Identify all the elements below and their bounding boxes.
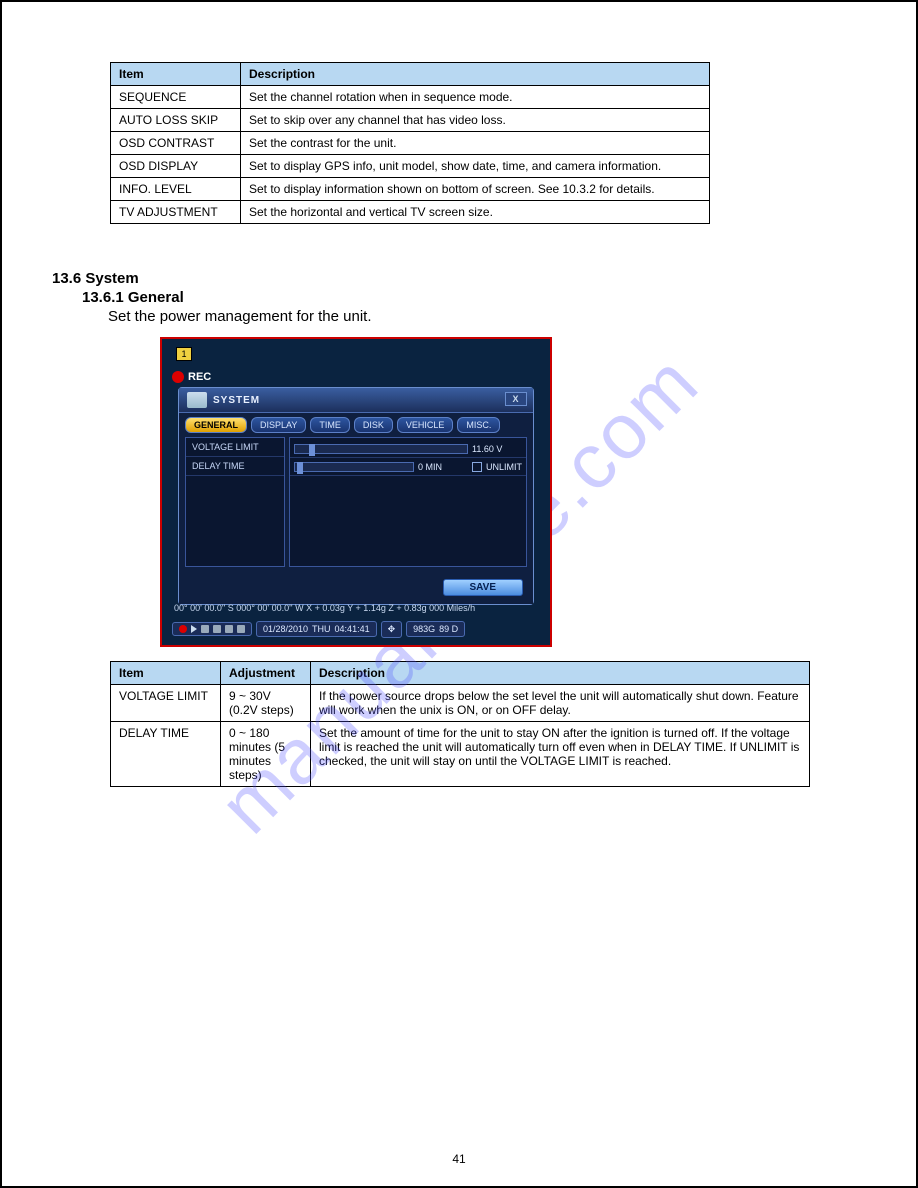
voltage-limit-slider[interactable] [294,444,468,454]
cell-desc: Set the amount of time for the unit to s… [311,722,810,787]
status-bar: 01/28/2010 THU 04:41:41 ✥ 983G 89 D [172,619,540,639]
display-settings-table: Item Description SEQUENCE Set the channe… [110,62,710,224]
delay-value: 0 MIN [418,462,468,472]
general-settings-table: Item Adjustment Description VOLTAGE LIMI… [110,661,810,787]
table2-header-desc: Description [311,662,810,685]
cell-desc: Set the horizontal and vertical TV scree… [241,201,710,224]
record-icon [179,625,187,633]
settings-label-column: VOLTAGE LIMIT DELAY TIME [185,437,285,567]
table2-header-item: Item [111,662,221,685]
table-row: OSD DISPLAY Set to display GPS info, uni… [111,155,710,178]
unlimit-checkbox[interactable] [472,462,482,472]
window-title: SYSTEM [213,395,260,406]
cell-item: OSD DISPLAY [111,155,241,178]
tab-misc[interactable]: MISC. [457,417,500,433]
status-icon [201,625,209,633]
disk-size: 983G [413,624,435,634]
slider-thumb[interactable] [297,462,303,474]
close-button[interactable]: X [505,392,527,406]
camera-badge: 1 [176,347,192,361]
cell-item: DELAY TIME [111,722,221,787]
tab-vehicle[interactable]: VEHICLE [397,417,454,433]
tab-bar: GENERAL DISPLAY TIME DISK VEHICLE MISC. [179,413,533,433]
rec-label: REC [188,371,211,383]
cell-adj: 9 ~ 30V (0.2V steps) [221,685,311,722]
table1-header-item: Item [111,63,241,86]
cell-item: SEQUENCE [111,86,241,109]
network-icon [237,625,245,633]
table-row: SEQUENCE Set the channel rotation when i… [111,86,710,109]
status-date: 01/28/2010 [263,624,308,634]
disk-days: 89 D [439,624,458,634]
section-title: 13.6 System [52,270,866,287]
arrows-icon: ✥ [388,624,396,635]
tab-general[interactable]: GENERAL [185,417,247,433]
status-arrows: ✥ [381,621,403,638]
status-time: 04:41:41 [335,624,370,634]
status-disk: 983G 89 D [406,621,465,637]
status-icon [213,625,221,633]
cell-desc: Set the channel rotation when in sequenc… [241,86,710,109]
cell-item: INFO. LEVEL [111,178,241,201]
slider-thumb[interactable] [309,444,315,456]
tab-display[interactable]: DISPLAY [251,417,306,433]
setting-label: DELAY TIME [186,457,284,476]
system-screenshot: 1 REC SYSTEM X GENERAL DISPLAY TIME DISK… [160,337,552,647]
play-icon [191,625,197,633]
cell-desc: Set the contrast for the unit. [241,132,710,155]
cell-desc: Set to display GPS info, unit model, sho… [241,155,710,178]
table-row: OSD CONTRAST Set the contrast for the un… [111,132,710,155]
cell-item: OSD CONTRAST [111,132,241,155]
status-icons [172,622,252,636]
cell-desc: Set to display information shown on bott… [241,178,710,201]
subsection-desc: Set the power management for the unit. [108,308,866,325]
save-button[interactable]: SAVE [443,579,524,596]
delay-time-slider[interactable] [294,462,414,472]
cell-item: TV ADJUSTMENT [111,201,241,224]
table-row: AUTO LOSS SKIP Set to skip over any chan… [111,109,710,132]
system-icon [187,392,207,408]
tab-disk[interactable]: DISK [354,417,393,433]
unlimit-label: UNLIMIT [486,462,522,472]
voltage-value: 11.60 V [472,444,522,454]
table-row: INFO. LEVEL Set to display information s… [111,178,710,201]
window-titlebar: SYSTEM X [179,388,533,413]
rec-indicator: REC [172,371,211,383]
table-row: DELAY TIME 0 ~ 180 minutes (5 minutes st… [111,722,810,787]
setting-row-voltage: 11.60 V [290,440,526,458]
user-icon [225,625,233,633]
subsection-title: 13.6.1 General [82,289,866,306]
cell-item: VOLTAGE LIMIT [111,685,221,722]
tab-time[interactable]: TIME [310,417,350,433]
table1-header-desc: Description [241,63,710,86]
status-day: THU [312,624,331,634]
settings-value-column: 11.60 V 0 MIN UNLIMIT [289,437,527,567]
setting-row-delay: 0 MIN UNLIMIT [290,458,526,476]
cell-desc: If the power source drops below the set … [311,685,810,722]
page-number: 41 [452,1152,465,1166]
cell-adj: 0 ~ 180 minutes (5 minutes steps) [221,722,311,787]
status-datetime: 01/28/2010 THU 04:41:41 [256,621,377,637]
setting-label: VOLTAGE LIMIT [186,438,284,457]
table2-header-adj: Adjustment [221,662,311,685]
gps-info-line: 00° 00' 00.0'' S 000° 00' 00.0'' W X + 0… [174,603,538,613]
cell-item: AUTO LOSS SKIP [111,109,241,132]
table-row: VOLTAGE LIMIT 9 ~ 30V (0.2V steps) If th… [111,685,810,722]
table-row: TV ADJUSTMENT Set the horizontal and ver… [111,201,710,224]
system-window: SYSTEM X GENERAL DISPLAY TIME DISK VEHIC… [178,387,534,605]
cell-desc: Set to skip over any channel that has vi… [241,109,710,132]
